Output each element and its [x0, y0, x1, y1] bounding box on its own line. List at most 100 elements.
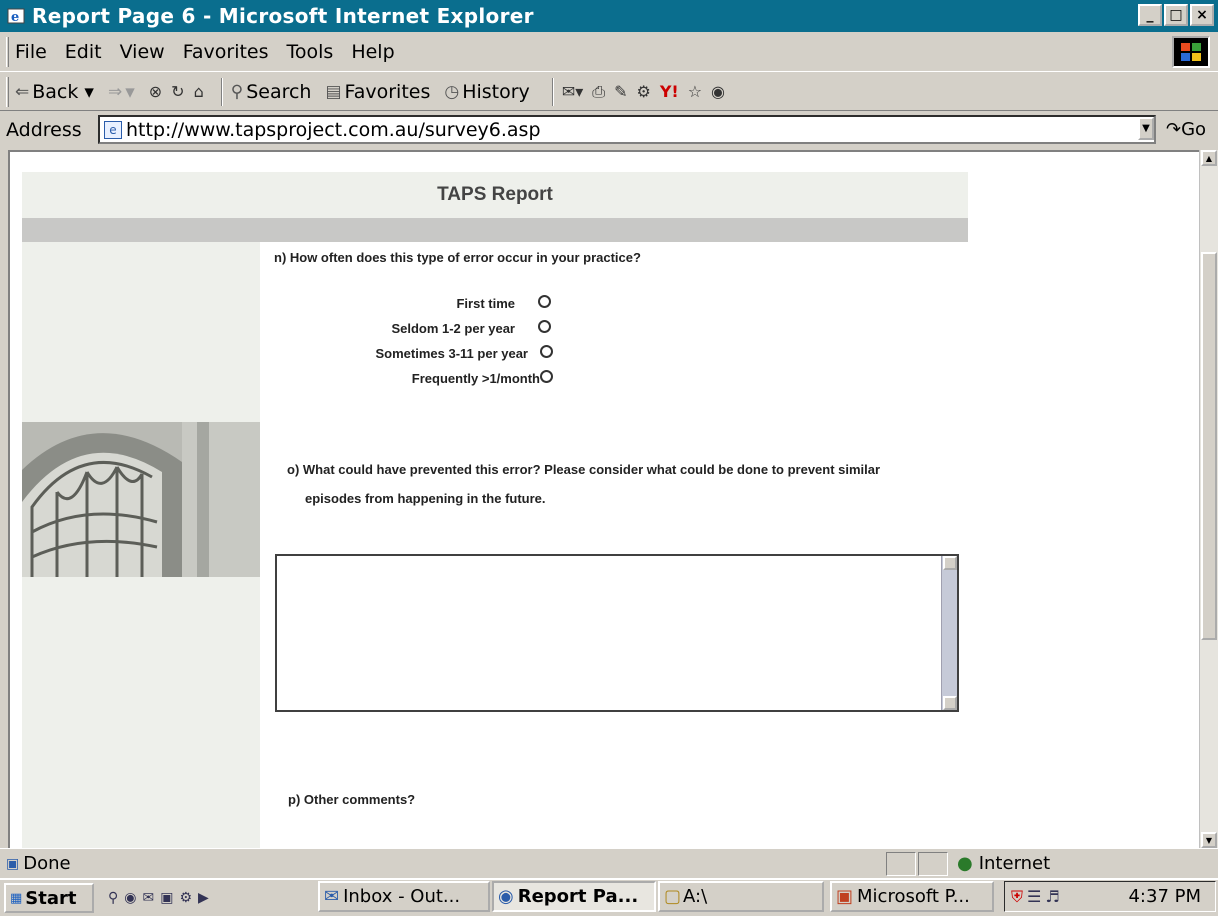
textarea-scrollbar[interactable] [941, 556, 957, 710]
forward-arrow-icon: ⇒ [107, 81, 123, 102]
menu-tools[interactable]: Tools [287, 41, 334, 63]
close-button[interactable]: × [1190, 4, 1214, 26]
window-title: Report Page 6 - Microsoft Internet Explo… [32, 4, 534, 28]
page-viewport: TAPS Report n) How often does this type … [8, 150, 1199, 848]
scroll-thumb[interactable] [1201, 252, 1217, 640]
status-bar: ▣ Done ● Internet [0, 848, 1218, 878]
toolbar-separator [220, 77, 223, 106]
scroll-down-button[interactable]: ▼ [1201, 832, 1217, 848]
address-bar: Address e http://www.tapsproject.com.au/… [0, 112, 1218, 148]
minimize-button[interactable]: _ [1138, 4, 1162, 26]
windows-flag-icon: ▦ [10, 890, 23, 906]
yahoo-icon[interactable]: Y! [660, 82, 679, 101]
quicklaunch-desktop-icon[interactable]: ▣ [160, 890, 173, 906]
menu-grip [6, 36, 9, 67]
messenger-icon[interactable]: ☆ [688, 82, 702, 101]
quick-launch: ⚲ ◉ ✉ ▣ ⚙ ▶ [108, 890, 209, 906]
question-o-line2: episodes from happening in the future. [305, 491, 546, 506]
forward-button[interactable]: ⇒ ▾ [108, 81, 135, 103]
quicklaunch-media-icon[interactable]: ▶ [198, 890, 209, 906]
menu-edit[interactable]: Edit [65, 41, 102, 63]
back-button[interactable]: ⇐ Back ▾ [15, 81, 94, 103]
window-arch-image [22, 422, 260, 577]
ie-icon: e [6, 5, 28, 27]
outlook-icon: ✉ [324, 886, 340, 907]
search-icon: ⚲ [230, 81, 244, 102]
status-text: ▣ Done [6, 853, 71, 874]
windows-logo-icon [1172, 36, 1210, 68]
radio-frequently[interactable] [540, 370, 553, 383]
question-p: p) Other comments? [288, 792, 416, 807]
globe-icon: ● [957, 853, 973, 874]
maximize-button[interactable]: □ [1164, 4, 1188, 26]
status-pane [918, 852, 948, 876]
favorites-button[interactable]: ▤ Favorites [325, 81, 430, 103]
security-zone: ● Internet [957, 853, 1051, 874]
scroll-up-button[interactable]: ▲ [1201, 150, 1217, 166]
history-button[interactable]: ◷ History [444, 81, 529, 103]
title-bar: e Report Page 6 - Microsoft Internet Exp… [0, 0, 1218, 32]
prevention-textarea[interactable] [275, 554, 959, 712]
question-o-line1: o) What could have prevented this error?… [287, 462, 881, 477]
page-icon: e [104, 121, 122, 139]
task-drive-a[interactable]: ▢ A:\ [658, 881, 824, 912]
folder-icon: ▢ [664, 886, 682, 907]
mail-icon[interactable]: ✉▾ [562, 82, 583, 101]
volume-icon[interactable]: ♬ [1045, 887, 1059, 906]
task-report-page[interactable]: ◉ Report Pa... [492, 881, 656, 912]
media-icon[interactable]: ◉ [711, 82, 725, 101]
textarea-scroll-up[interactable] [943, 556, 957, 570]
stop-icon[interactable]: ⊗ [149, 82, 162, 101]
clock: 4:37 PM [1128, 886, 1201, 907]
home-icon[interactable]: ⌂ [194, 82, 204, 101]
option-seldom-label: Seldom 1-2 per year [391, 321, 515, 336]
address-url: http://www.tapsproject.com.au/survey6.as… [126, 118, 541, 141]
toolbar-separator [551, 77, 554, 106]
history-icon: ◷ [444, 81, 460, 102]
task-inbox[interactable]: ✉ Inbox - Out... [318, 881, 490, 912]
page-scrollbar[interactable]: ▲ ▼ [1199, 150, 1218, 848]
question-n: n) How often does this type of error occ… [274, 250, 641, 265]
quicklaunch-outlook-icon[interactable]: ✉ [142, 890, 154, 906]
page-done-icon: ▣ [6, 855, 20, 872]
discuss-icon[interactable]: ⚙ [636, 82, 650, 101]
quicklaunch-ie-icon[interactable]: ◉ [124, 890, 136, 906]
refresh-icon[interactable]: ↻ [171, 82, 184, 101]
menu-view[interactable]: View [120, 41, 165, 63]
go-button[interactable]: ↷Go [1166, 119, 1206, 140]
status-pane [886, 852, 916, 876]
powerpoint-icon: ▣ [836, 886, 854, 907]
menu-help[interactable]: Help [351, 41, 394, 63]
menu-bar: File Edit View Favorites Tools Help [0, 32, 1218, 72]
quicklaunch-search-icon[interactable]: ⚲ [108, 890, 118, 906]
option-frequently-label: Frequently >1/month [411, 371, 540, 386]
system-tray: ⛨ ☰ ♬ 4:37 PM [1004, 881, 1216, 912]
print-icon[interactable]: ⎙ [592, 82, 605, 102]
radio-first-time[interactable] [538, 295, 551, 308]
page-title: TAPS Report [22, 172, 968, 218]
radio-seldom[interactable] [538, 320, 551, 333]
antivirus-icon[interactable]: ⛨ [1011, 887, 1023, 907]
network-icon[interactable]: ☰ [1027, 887, 1041, 906]
address-dropdown-button[interactable]: ▼ [1138, 117, 1154, 140]
toolbar-grip [6, 76, 9, 107]
address-input[interactable]: e http://www.tapsproject.com.au/survey6.… [98, 115, 1156, 144]
ie-task-icon: ◉ [498, 886, 514, 907]
toolbar: ⇐ Back ▾ ⇒ ▾ ⊗ ↻ ⌂ ⚲ Search ▤ Favorites ◷ His… [0, 73, 1218, 111]
favorites-icon: ▤ [325, 81, 342, 102]
task-microsoft-p[interactable]: ▣ Microsoft P... [830, 881, 994, 912]
edit-icon[interactable]: ✎ [614, 82, 627, 101]
menu-file[interactable]: File [15, 41, 47, 63]
option-first-time-label: First time [456, 296, 515, 311]
search-button[interactable]: ⚲ Search [231, 81, 312, 103]
option-sometimes-label: Sometimes 3-11 per year [375, 346, 528, 361]
svg-text:e: e [11, 10, 19, 25]
back-arrow-icon: ⇐ [15, 81, 30, 102]
textarea-scroll-down[interactable] [943, 696, 957, 710]
header-band [22, 218, 968, 242]
start-button[interactable]: ▦ Start [4, 883, 94, 913]
quicklaunch-tool-icon[interactable]: ⚙ [179, 890, 192, 906]
menu-favorites[interactable]: Favorites [183, 41, 269, 63]
radio-sometimes[interactable] [540, 345, 553, 358]
go-arrow-icon: ↷ [1166, 119, 1182, 140]
